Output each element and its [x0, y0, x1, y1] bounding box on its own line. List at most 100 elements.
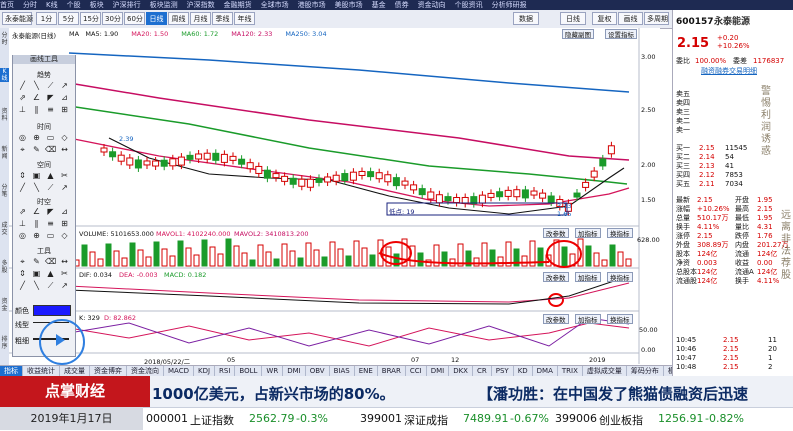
- drawing-tool-icon[interactable]: ↔: [59, 144, 70, 155]
- drawing-tool-icon[interactable]: ⇕: [17, 170, 28, 181]
- menu-item[interactable]: 首页: [0, 1, 14, 9]
- drawing-tool-icon[interactable]: ⊞: [59, 218, 70, 229]
- drawing-tool-icon[interactable]: ▲: [45, 268, 56, 279]
- drawing-tool-icon[interactable]: ⇕: [17, 268, 28, 279]
- drawing-tool-icon[interactable]: ╱: [17, 182, 28, 193]
- vtab-deal[interactable]: 成交: [0, 222, 9, 236]
- drawing-tool-icon[interactable]: ∥: [31, 218, 42, 229]
- kline-chart[interactable]: 永泰能源(日线) MA MA5: 1.90 MA20: 1.50 MA60: 1.72…: [9, 28, 660, 374]
- menu-item[interactable]: 个股资讯: [455, 1, 483, 9]
- period-button[interactable]: 月线: [190, 12, 211, 25]
- vtab-tick[interactable]: 分笔: [0, 184, 9, 198]
- indicator-settings-button[interactable]: 设置指标: [605, 29, 637, 39]
- toolbar-right-button[interactable]: 画线: [618, 12, 643, 25]
- drawing-tool-icon[interactable]: ↔: [59, 256, 70, 267]
- pane-button[interactable]: 改参数: [543, 228, 569, 238]
- drawing-tool-icon[interactable]: ∠: [31, 206, 42, 217]
- stock-dropdown[interactable]: 永泰能源: [2, 12, 33, 25]
- pane-button[interactable]: 加指标: [575, 228, 601, 238]
- period-button[interactable]: 60分: [124, 12, 145, 25]
- vtab-multi[interactable]: 多股: [0, 260, 9, 274]
- menu-item[interactable]: 美股市场: [335, 1, 363, 9]
- drawing-tool-icon[interactable]: ⟋: [45, 280, 56, 291]
- toolbar-right-button[interactable]: 多周期: [644, 12, 669, 25]
- vtab-news[interactable]: 新闻: [0, 146, 9, 160]
- pane-button[interactable]: 加指标: [575, 314, 601, 324]
- drawing-tool-icon[interactable]: ≡: [45, 104, 56, 115]
- drawing-tool-icon[interactable]: ◎: [17, 230, 28, 241]
- menu-item[interactable]: 金融期货: [224, 1, 252, 9]
- menu-item[interactable]: 个股: [67, 1, 81, 9]
- drawing-tool-icon[interactable]: ✂: [59, 170, 70, 181]
- drawing-tool-icon[interactable]: ▣: [31, 268, 42, 279]
- drawing-tool-icon[interactable]: ⌖: [17, 144, 28, 155]
- drawing-tool-icon[interactable]: ∠: [31, 92, 42, 103]
- margin-trading-link[interactable]: 融资融券交易明细: [701, 67, 757, 76]
- drawing-tool-icon[interactable]: ⌖: [17, 256, 28, 267]
- drawing-tool-icon[interactable]: ╲: [31, 280, 42, 291]
- pane-button[interactable]: 换指标: [607, 272, 633, 282]
- drawing-tool-icon[interactable]: ⊕: [31, 230, 42, 241]
- top-menu-bar[interactable]: 首页 分时 K线 个股 板块 沪深排行 板块监测 沪深指数 金融期货 全球市场 港股市场 美股市场 基金…: [0, 0, 793, 10]
- period-button[interactable]: 日线: [146, 12, 167, 25]
- menu-item[interactable]: 分析师研报: [492, 1, 527, 9]
- pane-button[interactable]: 改参数: [543, 272, 569, 282]
- menu-item[interactable]: 沪深排行: [113, 1, 141, 9]
- drawing-tool-icon[interactable]: ✂: [59, 268, 70, 279]
- drawing-tool-icon[interactable]: ▭: [45, 132, 56, 143]
- vtab-fund[interactable]: 资金: [0, 298, 9, 312]
- menu-item[interactable]: 资金动向: [418, 1, 446, 9]
- period-button[interactable]: 30分: [102, 12, 123, 25]
- drawing-tool-panel[interactable]: 画线工具 趋势 时间 空间 时空 工具 ╱ ╲ ⟋ ↗ ⇗ ∠ ◤ ⊿ ⊥ ∥ ≡ ⊞ ◎ ⊕ ▭ ◇ ⌖ ✎ ⌫ ↔…: [12, 55, 76, 357]
- menu-item[interactable]: 港股市场: [298, 1, 326, 9]
- drawing-tool-icon[interactable]: ▲: [45, 170, 56, 181]
- color-swatch[interactable]: [33, 305, 71, 316]
- drawing-tool-icon[interactable]: ◤: [45, 206, 56, 217]
- drawing-tool-icon[interactable]: ╲: [31, 182, 42, 193]
- pane-button[interactable]: 改参数: [543, 314, 569, 324]
- drawing-tool-icon[interactable]: ⇗: [17, 206, 28, 217]
- drawing-tool-icon[interactable]: ⌫: [45, 256, 56, 267]
- vtab-kline[interactable]: K线: [0, 68, 9, 82]
- period-button[interactable]: 1分: [36, 12, 57, 25]
- pane-button[interactable]: 换指标: [607, 228, 633, 238]
- toolbar-right-button[interactable]: 复权: [592, 12, 617, 25]
- menu-item[interactable]: 基金: [372, 1, 386, 9]
- drawing-tool-icon[interactable]: ⟋: [45, 182, 56, 193]
- period-button[interactable]: 15分: [80, 12, 101, 25]
- drawing-tool-icon[interactable]: ⇗: [17, 92, 28, 103]
- period-button[interactable]: 周线: [168, 12, 189, 25]
- menu-item[interactable]: 板块监测: [150, 1, 178, 9]
- pane-button[interactable]: 加指标: [575, 272, 601, 282]
- drawing-tool-icon[interactable]: ╲: [31, 80, 42, 91]
- drawing-tool-icon[interactable]: ╱: [17, 280, 28, 291]
- menu-item[interactable]: 沪深指数: [187, 1, 215, 9]
- drawing-tool-icon[interactable]: ↗: [59, 182, 70, 193]
- menu-item[interactable]: 债券: [395, 1, 409, 9]
- play-icon[interactable]: [56, 334, 65, 346]
- drawing-tool-icon[interactable]: ⟋: [45, 80, 56, 91]
- menu-item[interactable]: 板块: [90, 1, 104, 9]
- vtab-f10[interactable]: 资料: [0, 108, 9, 122]
- pane-button[interactable]: 换指标: [607, 314, 633, 324]
- menu-item[interactable]: 全球市场: [261, 1, 289, 9]
- drawing-tool-icon[interactable]: ⊥: [17, 218, 28, 229]
- drawing-tool-icon[interactable]: ⊿: [59, 92, 70, 103]
- drawing-tool-icon[interactable]: ↗: [59, 80, 70, 91]
- vtab-rank[interactable]: 排序: [0, 336, 9, 350]
- drawing-tool-icon[interactable]: ✎: [31, 144, 42, 155]
- drawing-tool-icon[interactable]: ◎: [17, 132, 28, 143]
- period-button[interactable]: 季线: [212, 12, 233, 25]
- drawing-tool-icon[interactable]: ╱: [17, 80, 28, 91]
- drawing-tool-icon[interactable]: ✎: [31, 256, 42, 267]
- drawing-tool-icon[interactable]: ◇: [59, 132, 70, 143]
- drawing-tool-icon[interactable]: ⊿: [59, 206, 70, 217]
- period-button[interactable]: 年线: [234, 12, 255, 25]
- menu-item[interactable]: 分时: [23, 1, 37, 9]
- hide-subchart-button[interactable]: 隐藏副图: [562, 29, 594, 39]
- menu-item[interactable]: K线: [46, 1, 58, 9]
- drawing-tool-icon[interactable]: ▭: [45, 230, 56, 241]
- drawing-tool-icon[interactable]: ∥: [31, 104, 42, 115]
- drawing-tool-icon[interactable]: ↗: [59, 280, 70, 291]
- period-select[interactable]: 日线: [560, 12, 586, 25]
